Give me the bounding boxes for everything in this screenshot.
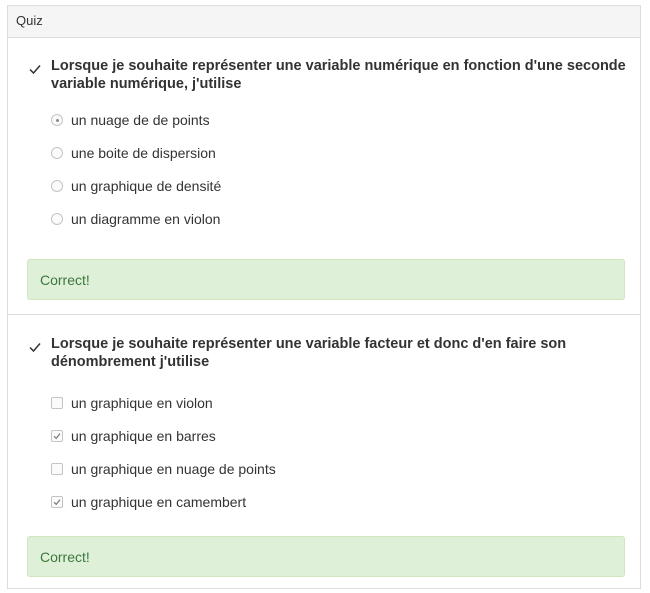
feedback-text: Correct! [40,549,90,565]
radio-button[interactable] [51,213,63,225]
question-text: Lorsque je souhaite représenter une vari… [51,58,626,92]
panel-heading: Quiz [8,6,640,38]
option-label[interactable]: un graphique en nuage de points [71,461,276,477]
radio-button[interactable] [51,114,63,126]
option-label[interactable]: un graphique en violon [71,395,213,411]
radio-button[interactable] [51,147,63,159]
option-radio[interactable]: une boite de dispersion [50,144,450,164]
panel-title: Quiz [16,13,43,28]
option-label[interactable]: un graphique en barres [71,428,216,444]
option-label[interactable]: un graphique en camembert [71,494,246,510]
quiz-panel: Quiz Lorsque je souhaite représenter une… [7,5,641,589]
option-checkbox[interactable]: un graphique en violon [50,394,450,414]
option-label[interactable]: un diagramme en violon [71,211,220,227]
option-label[interactable]: un nuage de de points [71,112,210,128]
checkmark-icon [28,62,42,76]
checkbox[interactable] [51,496,63,508]
feedback-alert: Correct! [27,259,625,300]
checkbox[interactable] [51,430,63,442]
option-checkbox[interactable]: un graphique en nuage de points [50,460,450,480]
checkmark-icon [28,340,42,354]
option-checkbox[interactable]: un graphique en camembert [50,493,450,513]
question-text: Lorsque je souhaite représenter une vari… [51,336,567,370]
radio-button[interactable] [51,180,63,192]
option-label[interactable]: une boite de dispersion [71,145,216,161]
option-radio[interactable]: un nuage de de points [50,111,450,131]
checkbox[interactable] [51,463,63,475]
option-label[interactable]: un graphique de densité [71,178,221,194]
option-checkbox[interactable]: un graphique en barres [50,427,450,447]
feedback-alert: Correct! [27,536,625,577]
option-radio[interactable]: un graphique de densité [50,177,450,197]
option-radio[interactable]: un diagramme en violon [50,210,450,230]
question-2: Lorsque je souhaite représenter une vari… [8,314,640,577]
checkbox[interactable] [51,397,63,409]
feedback-text: Correct! [40,272,90,288]
